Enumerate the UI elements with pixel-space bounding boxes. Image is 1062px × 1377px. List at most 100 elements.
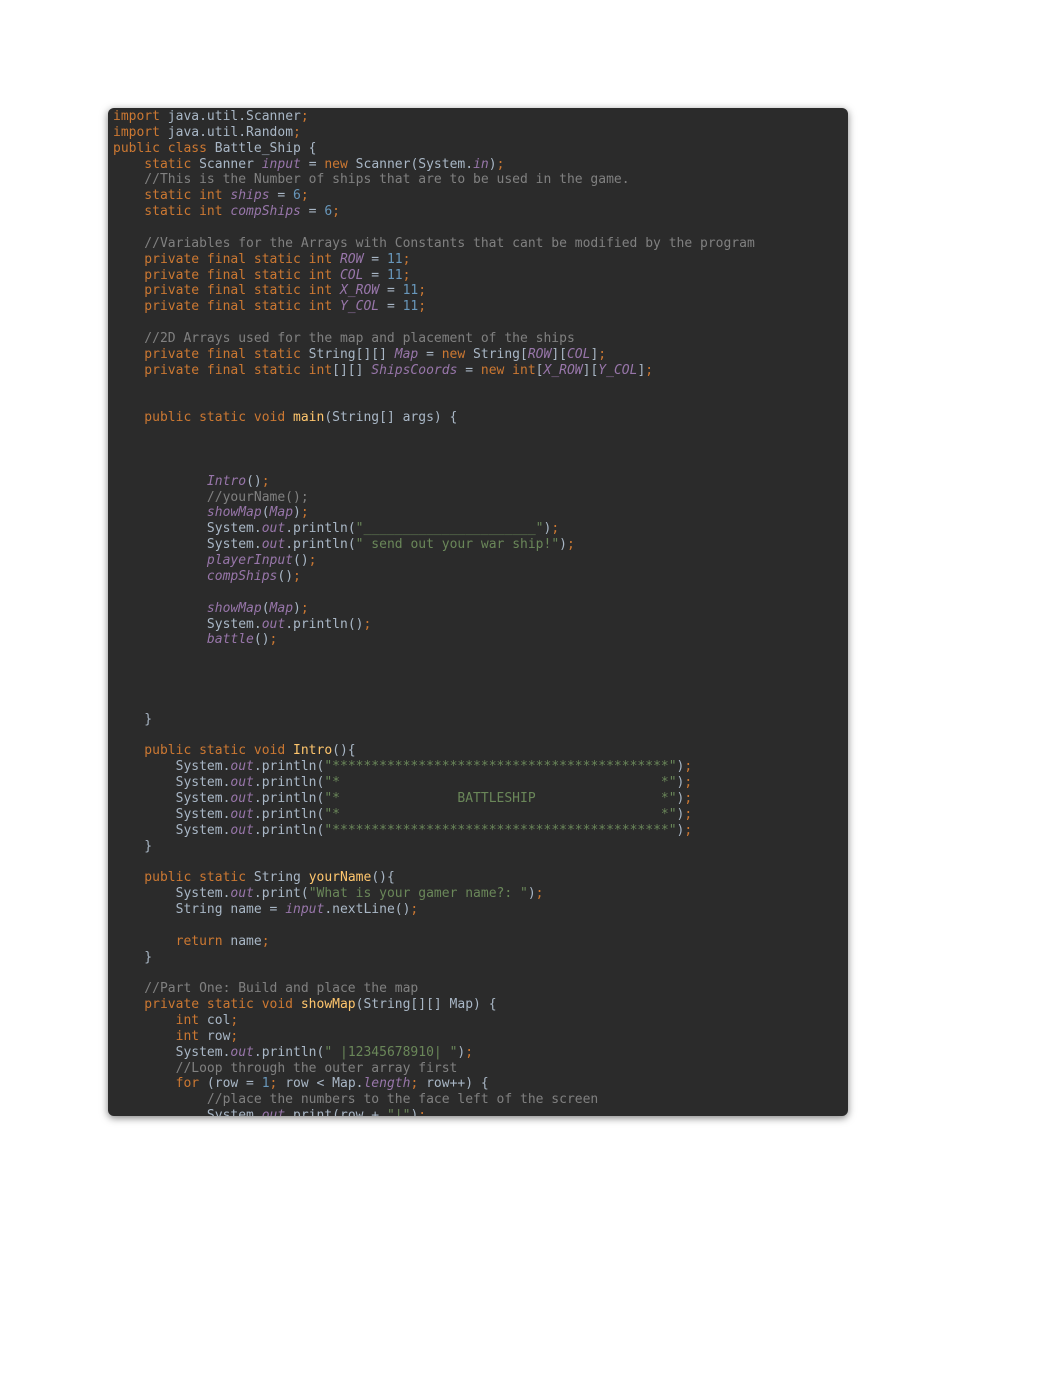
- comment-yourname: //yourName();: [113, 490, 309, 505]
- field-ycol: Y_COL: [340, 299, 379, 314]
- eq: =: [363, 268, 386, 283]
- type-scanner: Scanner: [191, 157, 261, 172]
- close: ): [559, 537, 567, 552]
- field-out: out: [230, 807, 253, 822]
- semi: ;: [262, 934, 270, 949]
- num-11: 11: [387, 268, 403, 283]
- semi: ;: [536, 886, 544, 901]
- kw: private final static: [113, 347, 301, 362]
- str-battleship: "* BATTLESHIP *": [324, 791, 676, 806]
- kw: static int: [113, 188, 230, 203]
- for-mid2: row++) {: [418, 1076, 488, 1091]
- field-out: out: [262, 617, 285, 632]
- num-11: 11: [403, 299, 419, 314]
- field-shipscoords: ShipsCoords: [371, 363, 457, 378]
- comment-vars: //Variables for the Arrays with Constant…: [113, 236, 755, 251]
- call-showmap: showMap: [113, 505, 262, 520]
- paren: (): [246, 474, 262, 489]
- eq: =: [379, 299, 402, 314]
- eq: =: [457, 363, 480, 378]
- str-stars: "***************************************…: [324, 759, 676, 774]
- field-col: COL: [340, 268, 363, 283]
- field-out: out: [230, 791, 253, 806]
- field-out: out: [230, 775, 253, 790]
- eq: =: [270, 188, 293, 203]
- sig: (String[] args) {: [324, 410, 457, 425]
- kw-int: int: [113, 1013, 199, 1028]
- field-xrow: X_ROW: [544, 363, 583, 378]
- semi: ;: [684, 807, 692, 822]
- p: (: [262, 601, 270, 616]
- str-stars: "***************************************…: [324, 823, 676, 838]
- kw-new: new: [324, 157, 347, 172]
- system: System.: [113, 1045, 230, 1060]
- println: .println(: [285, 521, 355, 536]
- kw-new: new: [442, 347, 465, 362]
- pkg-random: java.util.Random: [160, 125, 293, 140]
- comment-2d: //2D Arrays used for the map and placeme…: [113, 331, 575, 346]
- semi: ;: [301, 601, 309, 616]
- field-out: out: [230, 823, 253, 838]
- semi: ;: [293, 569, 301, 584]
- semi: ;: [332, 204, 340, 219]
- call-showmap: showMap: [113, 601, 262, 616]
- kw-static: static: [113, 157, 191, 172]
- semi: ;: [309, 553, 317, 568]
- str-sendout: " send out your war ship!": [356, 537, 560, 552]
- nextline: .nextLine(): [324, 902, 410, 917]
- num-1: 1: [262, 1076, 270, 1091]
- kw: private final static int: [113, 268, 340, 283]
- p: (): [254, 632, 270, 647]
- kw: public static void: [113, 410, 293, 425]
- num-6: 6: [293, 188, 301, 203]
- field-out: out: [230, 759, 253, 774]
- str-underline: "______________________": [356, 521, 544, 536]
- close: ): [489, 157, 497, 172]
- decl-name: String name =: [113, 902, 285, 917]
- semi: ;: [645, 363, 653, 378]
- kw: private final static int: [113, 299, 340, 314]
- kw: public static void: [113, 743, 293, 758]
- println: .println(: [254, 791, 324, 806]
- field-length: length: [363, 1076, 410, 1091]
- kw-import: import: [113, 125, 160, 140]
- kw: private final static int: [113, 283, 340, 298]
- println: .println(: [254, 775, 324, 790]
- p: (: [262, 505, 270, 520]
- kw-import: import: [113, 109, 160, 124]
- method-intro: Intro: [293, 743, 332, 758]
- println: .println(: [254, 759, 324, 774]
- for-open: (row =: [199, 1076, 262, 1091]
- semi: ;: [497, 157, 505, 172]
- p: (): [293, 553, 309, 568]
- println: .println(: [285, 537, 355, 552]
- field-in: in: [473, 157, 489, 172]
- p: ): [293, 505, 301, 520]
- print: .print(: [254, 886, 309, 901]
- str-gamer: "What is your gamer name?: ": [309, 886, 528, 901]
- system: System.: [113, 807, 230, 822]
- semi: ;: [301, 188, 309, 203]
- var-row: row: [199, 1029, 230, 1044]
- class-name: Battle_Ship {: [207, 141, 317, 156]
- sig: (){: [332, 743, 355, 758]
- semi: ;: [293, 125, 301, 140]
- p: ): [293, 601, 301, 616]
- semi: ;: [418, 299, 426, 314]
- call-battle: battle: [113, 632, 254, 647]
- num-11: 11: [387, 252, 403, 267]
- comment-part1: //Part One: Build and place the map: [113, 981, 418, 996]
- field-col: COL: [567, 347, 590, 362]
- kw: public static: [113, 870, 246, 885]
- brace: }: [113, 950, 152, 965]
- semi: ;: [465, 1045, 473, 1060]
- method-showmap: showMap: [301, 997, 356, 1012]
- field-out: out: [262, 537, 285, 552]
- field-row: ROW: [340, 252, 363, 267]
- system: System.: [113, 1108, 262, 1116]
- comment-place: //place the numbers to the face left of …: [113, 1092, 598, 1107]
- sig: (){: [371, 870, 394, 885]
- println: .println(: [254, 807, 324, 822]
- eq: =: [301, 204, 324, 219]
- kw-public-class: public class: [113, 141, 207, 156]
